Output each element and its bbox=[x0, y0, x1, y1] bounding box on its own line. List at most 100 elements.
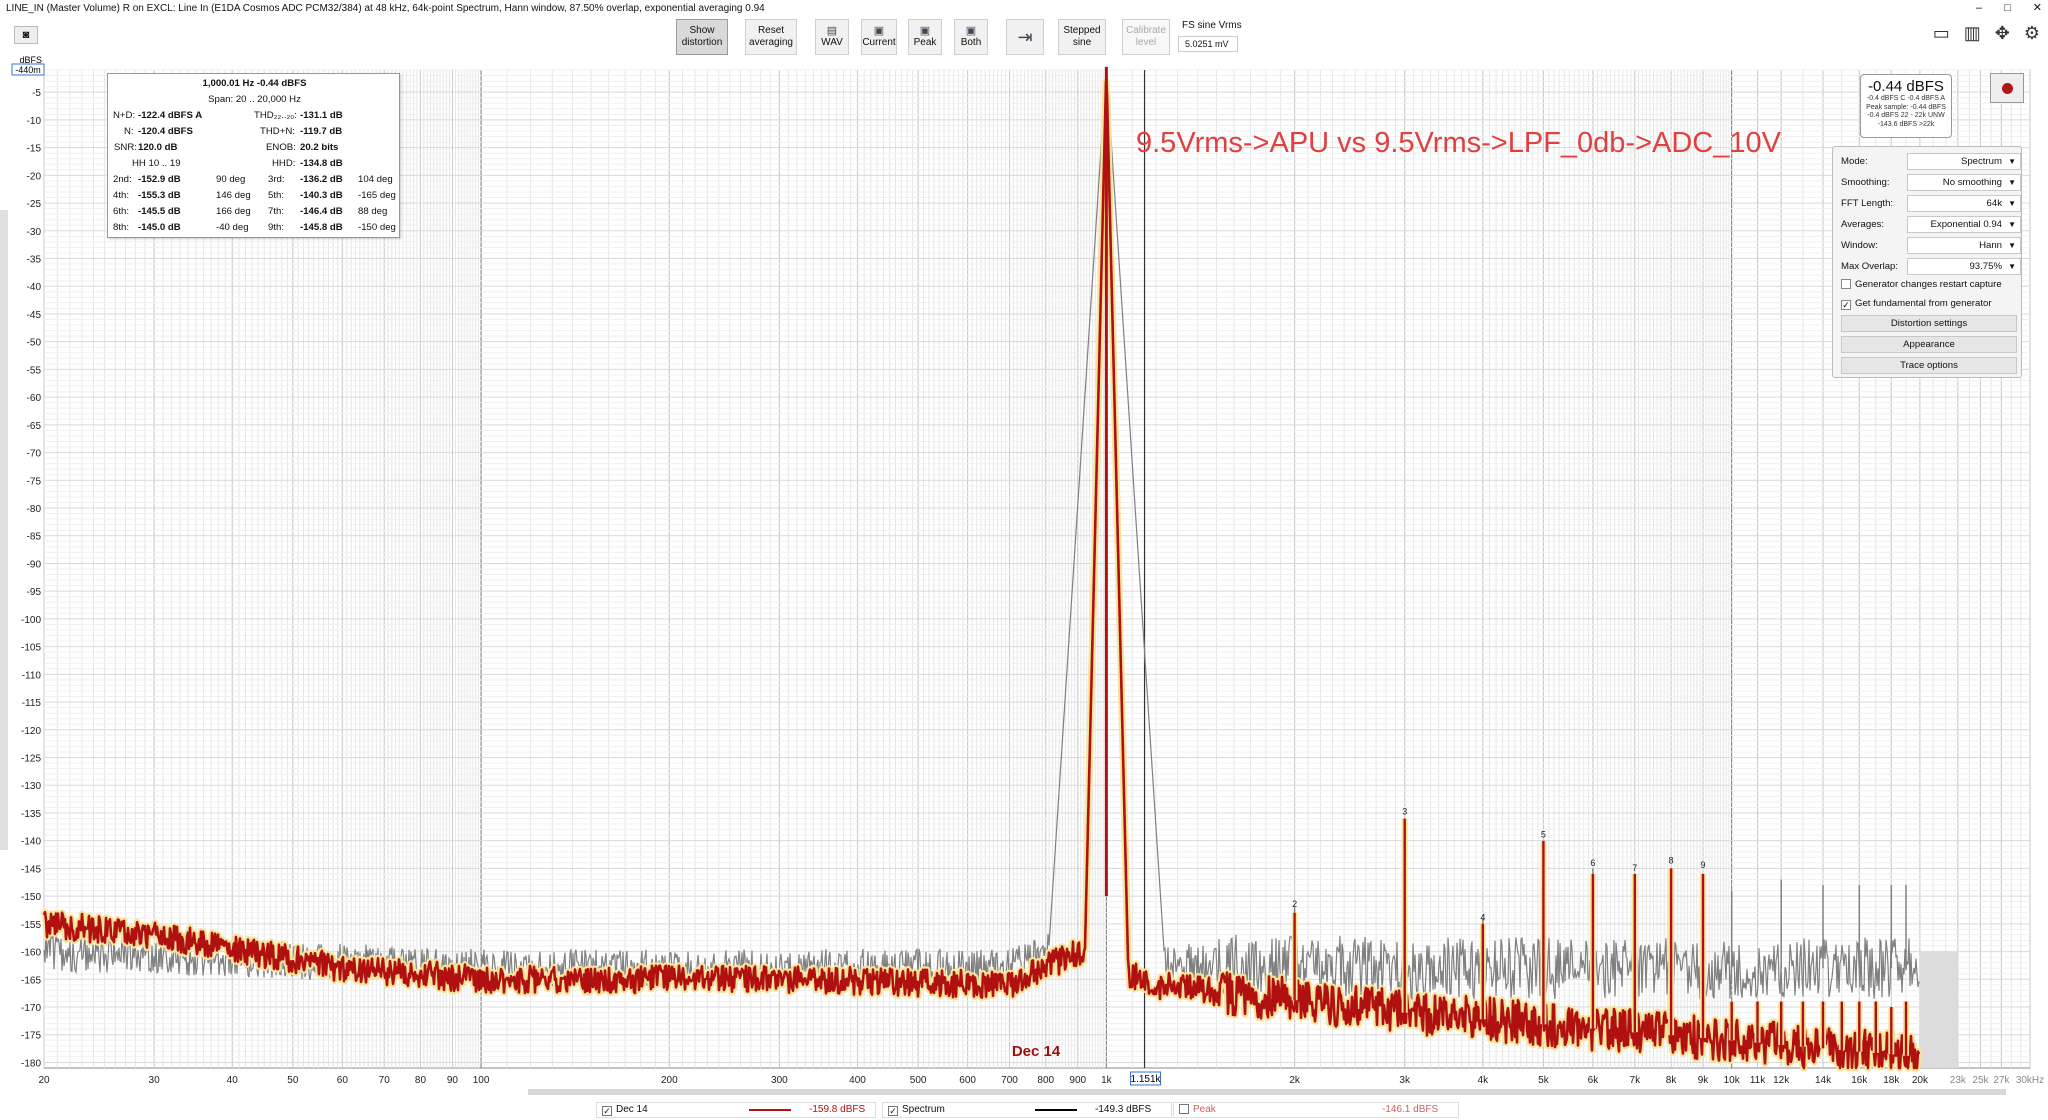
thd-label: THD₂₂..₂₀: bbox=[254, 110, 297, 121]
legend-dec14[interactable]: ✓ Dec 14 -159.8 dBFS bbox=[596, 1102, 876, 1118]
harmonic-d2: 88 deg bbox=[358, 206, 388, 217]
x-tick-label: 23k bbox=[1950, 1075, 1967, 1086]
x-tick-label: 30 bbox=[149, 1075, 161, 1086]
spectrum-rolloff-region bbox=[1919, 951, 1958, 1068]
chevron-down-icon: ▼ bbox=[2008, 199, 2016, 208]
get-fundamental-checkbox[interactable]: ✓ Get fundamental from generator bbox=[1841, 298, 1992, 310]
setting-label: Window: bbox=[1841, 240, 1878, 251]
snr-label: SNR: bbox=[114, 142, 137, 153]
record-icon bbox=[2001, 82, 2013, 94]
level-line: Peak sample: -0.44 dBFS bbox=[1866, 103, 1946, 111]
harmonic-v2: -136.2 dB bbox=[300, 174, 343, 185]
setting-value: Spectrum bbox=[1960, 156, 2002, 167]
y-tick-label: -40 bbox=[27, 282, 42, 293]
setting-value: 93.75% bbox=[1969, 261, 2002, 272]
setting-value: Exponential 0.94 bbox=[1930, 219, 2002, 230]
x-tick-label: 7k bbox=[1630, 1075, 1642, 1086]
harmonic-v1: -155.3 dB bbox=[138, 190, 181, 201]
harmonic-v1: -145.0 dB bbox=[138, 222, 181, 233]
harmonic-number-label: 4 bbox=[1480, 913, 1485, 923]
y-tick-label: -55 bbox=[27, 365, 42, 376]
generator-restart-checkbox[interactable]: Generator changes restart capture bbox=[1841, 279, 2002, 290]
y-tick-label: -75 bbox=[27, 476, 42, 487]
span-readout: Span: 20 .. 20,000 Hz bbox=[208, 94, 301, 105]
checkbox-unchecked-icon[interactable] bbox=[1841, 279, 1851, 289]
chevron-down-icon: ▼ bbox=[2008, 178, 2016, 187]
record-button[interactable] bbox=[1990, 73, 2024, 103]
x-tick-label: 700 bbox=[1001, 1075, 1018, 1086]
harmonic-d1: 90 deg bbox=[216, 174, 246, 185]
legend-dec14-name: Dec 14 bbox=[616, 1104, 648, 1115]
harmonic-number-label: 3 bbox=[1402, 807, 1407, 817]
checkbox-checked-icon[interactable]: ✓ bbox=[602, 1106, 612, 1116]
harmonic-l2: 5th: bbox=[268, 190, 285, 201]
legend-spectrum[interactable]: ✓ Spectrum -149.3 dBFS bbox=[882, 1102, 1172, 1118]
y-tick-label: -105 bbox=[21, 643, 41, 654]
hh-range: HH 10 .. 19 bbox=[132, 158, 181, 169]
appearance-button[interactable]: Appearance bbox=[1841, 336, 2017, 353]
harmonic-l1: 6th: bbox=[113, 206, 130, 217]
distortion-stats-panel: 1,000.01 Hz -0.44 dBFS Span: 20 .. 20,00… bbox=[107, 73, 400, 238]
thd-value: -131.1 dB bbox=[300, 110, 343, 121]
y-tick-label: -65 bbox=[27, 421, 42, 432]
y-tick-label: -60 bbox=[27, 393, 42, 404]
enob-value: 20.2 bits bbox=[300, 142, 339, 153]
setting-dropdown[interactable]: Hann ▼ bbox=[1907, 237, 2021, 254]
setting-dropdown[interactable]: 64k ▼ bbox=[1907, 195, 2021, 212]
n-label: N: bbox=[124, 126, 134, 137]
x-tick-label: 9k bbox=[1698, 1075, 1710, 1086]
chevron-down-icon: ▼ bbox=[2008, 157, 2016, 166]
x-tick-label: 60 bbox=[337, 1075, 349, 1086]
legend-peak-value: -146.1 dBFS bbox=[1382, 1104, 1439, 1115]
harmonic-d2: -165 deg bbox=[358, 190, 396, 201]
checkbox-checked-icon[interactable]: ✓ bbox=[888, 1106, 898, 1116]
setting-row: Window: Hann ▼ bbox=[1841, 237, 2021, 255]
harmonic-d2: 104 deg bbox=[358, 174, 393, 185]
checkbox-checked-icon[interactable]: ✓ bbox=[1841, 300, 1851, 310]
harmonic-number-label: 9 bbox=[1701, 860, 1706, 870]
thdn-value: -119.7 dB bbox=[300, 126, 343, 137]
harmonic-d1: 166 deg bbox=[216, 206, 251, 217]
chevron-down-icon: ▼ bbox=[2008, 262, 2016, 271]
x-tick-label: 12k bbox=[1773, 1075, 1790, 1086]
harmonic-number-label: 8 bbox=[1669, 855, 1674, 865]
setting-dropdown[interactable]: No smoothing ▼ bbox=[1907, 174, 2021, 191]
y-tick-label: -120 bbox=[21, 726, 41, 737]
x-tick-label: 800 bbox=[1037, 1075, 1054, 1086]
trace-options-button[interactable]: Trace options bbox=[1841, 357, 2017, 374]
x-tick-label: 900 bbox=[1069, 1075, 1086, 1086]
harmonic-number-label: 2 bbox=[1292, 899, 1297, 909]
setting-dropdown[interactable]: Exponential 0.94 ▼ bbox=[1907, 216, 2021, 233]
y-tick-label: -25 bbox=[27, 199, 42, 210]
harmonic-l1: 2nd: bbox=[113, 174, 132, 185]
harmonic-number-label: 6 bbox=[1590, 858, 1595, 868]
y-tick-label: -95 bbox=[27, 587, 42, 598]
setting-dropdown[interactable]: 93.75% ▼ bbox=[1907, 258, 2021, 275]
x-tick-label: 2k bbox=[1289, 1075, 1301, 1086]
x-scrollbar bbox=[528, 1089, 2006, 1095]
cursor-freq-label: 1.151k bbox=[1131, 1074, 1162, 1085]
y-tick-label: -100 bbox=[21, 615, 41, 626]
checkbox-unchecked-icon[interactable] bbox=[1179, 1104, 1189, 1114]
legend-peak[interactable]: Peak -146.1 dBFS bbox=[1173, 1102, 1459, 1118]
harmonic-l2: 7th: bbox=[268, 206, 285, 217]
legend-peak-name: Peak bbox=[1193, 1104, 1216, 1115]
trace-name-label: Dec 14 bbox=[1012, 1043, 1061, 1060]
snr-value: 120.0 dB bbox=[138, 142, 178, 153]
x-tick-label: 30kHz bbox=[2016, 1075, 2044, 1086]
setting-dropdown[interactable]: Spectrum ▼ bbox=[1907, 153, 2021, 170]
level-line: -0.4 dBFS C -0.4 dBFS A bbox=[1866, 95, 1946, 102]
setting-value: No smoothing bbox=[1942, 177, 2002, 188]
x-tick-label: 27k bbox=[1993, 1075, 2010, 1086]
setting-row: Smoothing: No smoothing ▼ bbox=[1841, 174, 2021, 192]
checkbox-label: Get fundamental from generator bbox=[1855, 298, 1992, 309]
harmonic-d2: -150 deg bbox=[358, 222, 396, 233]
harmonic-d1: 146 deg bbox=[216, 190, 251, 201]
y-tick-label: -140 bbox=[21, 837, 41, 848]
y-tick-label: -85 bbox=[27, 532, 42, 543]
distortion-settings-button[interactable]: Distortion settings bbox=[1841, 315, 2017, 332]
y-tick-label: -15 bbox=[27, 144, 42, 155]
setting-label: Mode: bbox=[1841, 156, 1868, 167]
legend-spectrum-name: Spectrum bbox=[902, 1104, 945, 1115]
x-tick-label: 20 bbox=[38, 1075, 50, 1086]
